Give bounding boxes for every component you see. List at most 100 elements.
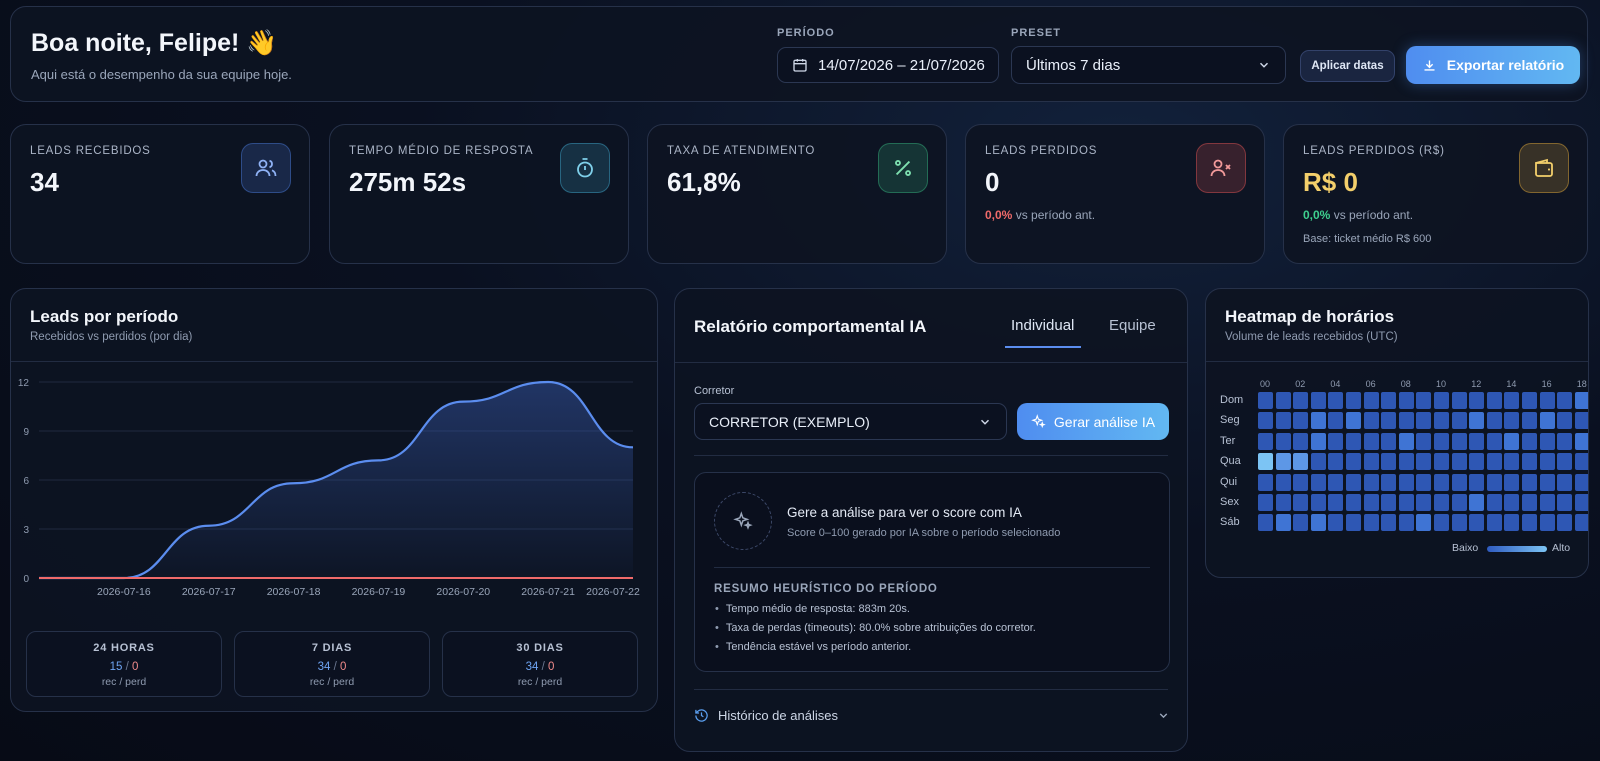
heatmap-cell[interactable] (1381, 432, 1397, 450)
heatmap-cell[interactable] (1293, 453, 1309, 471)
heatmap-cell[interactable] (1275, 453, 1291, 471)
heatmap-cell[interactable] (1381, 494, 1397, 511)
heatmap-cell[interactable] (1363, 412, 1379, 430)
heatmap-cell[interactable] (1416, 432, 1432, 450)
date-range-picker[interactable]: 14/07/2026 – 21/07/2026 (777, 47, 999, 83)
heatmap-cell[interactable] (1557, 514, 1573, 532)
heatmap-cell[interactable] (1293, 412, 1309, 430)
heatmap-cell[interactable] (1434, 432, 1449, 450)
heatmap-cell[interactable] (1522, 494, 1537, 511)
heatmap-cell[interactable] (1381, 412, 1397, 430)
heatmap-cell[interactable] (1258, 473, 1273, 491)
heatmap-cell[interactable] (1398, 412, 1414, 430)
heatmap-cell[interactable] (1539, 392, 1555, 409)
heatmap-cell[interactable] (1416, 514, 1432, 532)
heatmap-cell[interactable] (1275, 494, 1291, 511)
heatmap-cell[interactable] (1398, 453, 1414, 471)
heatmap-cell[interactable] (1486, 392, 1502, 409)
heatmap-cell[interactable] (1539, 412, 1555, 430)
heatmap-cell[interactable] (1469, 453, 1485, 471)
heatmap-cell[interactable] (1363, 473, 1379, 491)
heatmap-cell[interactable] (1258, 494, 1273, 511)
heatmap-cell[interactable] (1363, 392, 1379, 409)
heatmap-cell[interactable] (1557, 453, 1573, 471)
heatmap-cell[interactable] (1328, 453, 1344, 471)
generate-analysis-button[interactable]: Gerar análise IA (1017, 403, 1169, 440)
broker-select[interactable]: CORRETOR (EXEMPLO) (694, 403, 1007, 440)
heatmap-cell[interactable] (1451, 494, 1467, 511)
heatmap-cell[interactable] (1328, 473, 1344, 491)
heatmap-cell[interactable] (1328, 432, 1344, 450)
heatmap-cell[interactable] (1310, 494, 1326, 511)
heatmap-cell[interactable] (1522, 453, 1537, 471)
heatmap-cell[interactable] (1398, 473, 1414, 491)
heatmap-cell[interactable] (1504, 453, 1520, 471)
heatmap-cell[interactable] (1310, 514, 1326, 532)
heatmap-cell[interactable] (1451, 392, 1467, 409)
heatmap-cell[interactable] (1310, 473, 1326, 491)
heatmap-cell[interactable] (1346, 453, 1361, 471)
heatmap-cell[interactable] (1451, 514, 1467, 532)
heatmap-cell[interactable] (1522, 432, 1537, 450)
heatmap-cell[interactable] (1522, 514, 1537, 532)
heatmap-cell[interactable] (1504, 473, 1520, 491)
heatmap-cell[interactable] (1275, 392, 1291, 409)
heatmap-cell[interactable] (1574, 473, 1588, 491)
heatmap-cell[interactable] (1504, 412, 1520, 430)
heatmap-cell[interactable] (1557, 392, 1573, 409)
heatmap-cell[interactable] (1416, 392, 1432, 409)
heatmap-cell[interactable] (1275, 412, 1291, 430)
heatmap-cell[interactable] (1398, 494, 1414, 511)
heatmap-cell[interactable] (1381, 473, 1397, 491)
heatmap-cell[interactable] (1293, 494, 1309, 511)
heatmap-cell[interactable] (1328, 514, 1344, 532)
export-report-button[interactable]: Exportar relatório (1406, 46, 1580, 84)
heatmap-cell[interactable] (1522, 473, 1537, 491)
heatmap-cell[interactable] (1310, 453, 1326, 471)
heatmap-cell[interactable] (1328, 494, 1344, 511)
heatmap-cell[interactable] (1416, 494, 1432, 511)
heatmap-cell[interactable] (1398, 392, 1414, 409)
heatmap-cell[interactable] (1557, 432, 1573, 450)
heatmap-cell[interactable] (1346, 473, 1361, 491)
heatmap-cell[interactable] (1363, 494, 1379, 511)
heatmap-cell[interactable] (1434, 473, 1449, 491)
heatmap-cell[interactable] (1258, 392, 1273, 409)
heatmap-cell[interactable] (1504, 392, 1520, 409)
heatmap-cell[interactable] (1275, 432, 1291, 450)
tab-equipe[interactable]: Equipe (1109, 317, 1156, 334)
heatmap-cell[interactable] (1434, 514, 1449, 532)
heatmap-cell[interactable] (1504, 494, 1520, 511)
heatmap-cell[interactable] (1275, 473, 1291, 491)
heatmap-cell[interactable] (1469, 432, 1485, 450)
heatmap-cell[interactable] (1416, 453, 1432, 471)
heatmap-cell[interactable] (1539, 473, 1555, 491)
heatmap-cell[interactable] (1451, 432, 1467, 450)
heatmap-cell[interactable] (1346, 432, 1361, 450)
heatmap-cell[interactable] (1434, 392, 1449, 409)
heatmap-cell[interactable] (1434, 412, 1449, 430)
heatmap-cell[interactable] (1539, 432, 1555, 450)
heatmap-cell[interactable] (1258, 412, 1273, 430)
heatmap-cell[interactable] (1504, 432, 1520, 450)
heatmap-cell[interactable] (1539, 514, 1555, 532)
heatmap-cell[interactable] (1574, 432, 1588, 450)
heatmap-cell[interactable] (1293, 432, 1309, 450)
heatmap-cell[interactable] (1381, 453, 1397, 471)
heatmap-cell[interactable] (1363, 514, 1379, 532)
heatmap-cell[interactable] (1310, 392, 1326, 409)
heatmap-cell[interactable] (1504, 514, 1520, 532)
heatmap-cell[interactable] (1293, 473, 1309, 491)
heatmap-cell[interactable] (1469, 392, 1485, 409)
heatmap-cell[interactable] (1574, 494, 1588, 511)
heatmap-cell[interactable] (1539, 494, 1555, 511)
heatmap-cell[interactable] (1486, 473, 1502, 491)
heatmap-cell[interactable] (1346, 392, 1361, 409)
heatmap-cell[interactable] (1416, 412, 1432, 430)
heatmap-cell[interactable] (1557, 412, 1573, 430)
heatmap-cell[interactable] (1451, 453, 1467, 471)
heatmap-cell[interactable] (1381, 514, 1397, 532)
heatmap-cell[interactable] (1258, 453, 1273, 471)
tab-individual[interactable]: Individual (1011, 317, 1074, 334)
heatmap-cell[interactable] (1557, 494, 1573, 511)
